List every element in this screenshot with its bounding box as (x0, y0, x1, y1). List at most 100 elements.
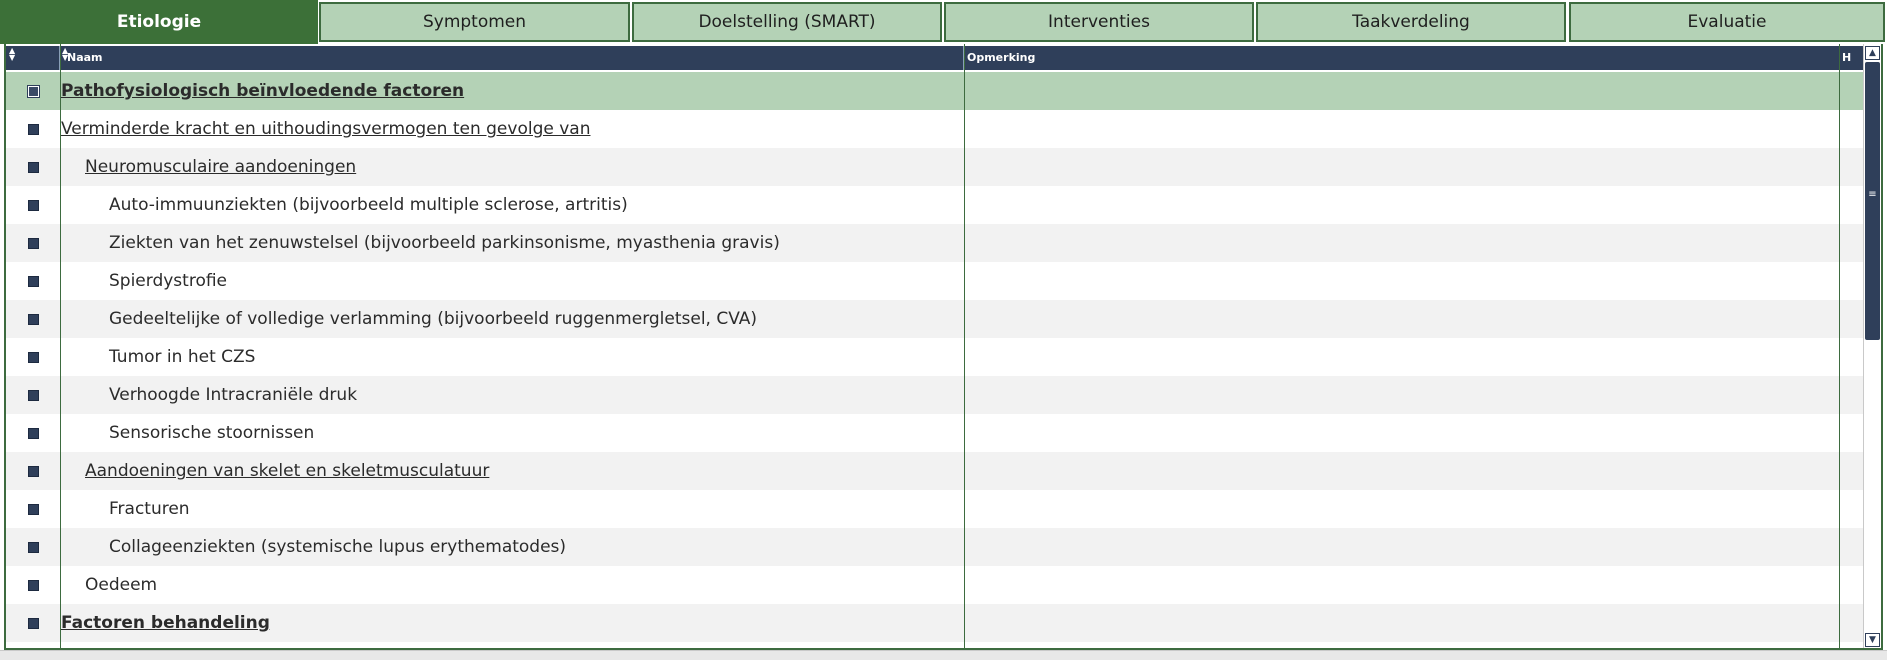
naam-label[interactable]: Factoren behandeling (61, 613, 270, 633)
table-row[interactable]: Aandoeningen van skelet en skeletmuscula… (6, 452, 1863, 490)
table-row[interactable]: Spierdystrofie (6, 262, 1863, 300)
checkbox-icon[interactable] (28, 580, 39, 591)
table-row[interactable]: Collageenziekten (systemische lupus eryt… (6, 528, 1863, 566)
opmerking-cell[interactable] (965, 376, 1840, 414)
opmerking-cell[interactable] (965, 72, 1840, 110)
table-row[interactable]: Neuromusculaire aandoeningen (6, 148, 1863, 186)
opmerking-column-header[interactable]: Opmerking (965, 46, 1840, 70)
h-cell[interactable] (1840, 414, 1863, 452)
select-cell[interactable] (6, 224, 60, 262)
sort-icon[interactable]: ▲ ▼ (62, 47, 68, 62)
checkbox-icon[interactable] (28, 352, 39, 363)
checkbox-icon[interactable] (28, 238, 39, 249)
h-cell[interactable] (1840, 262, 1863, 300)
checkbox-icon[interactable] (28, 504, 39, 515)
table-row[interactable]: Auto-immuunziekten (bijvoorbeeld multipl… (6, 186, 1863, 224)
table-row[interactable]: Gedeeltelijke of volledige verlamming (b… (6, 300, 1863, 338)
h-cell[interactable] (1840, 376, 1863, 414)
naam-label[interactable]: Fracturen (61, 499, 190, 519)
checkbox-icon[interactable] (28, 314, 39, 325)
checkbox-icon[interactable] (28, 200, 39, 211)
tab-etiologie[interactable]: Etiologie (0, 0, 318, 44)
checkbox-icon[interactable] (28, 124, 39, 135)
checkbox-icon[interactable] (28, 466, 39, 477)
table-row[interactable]: Tumor in het CZS (6, 338, 1863, 376)
naam-label[interactable]: Verhoogde Intracraniële druk (61, 385, 357, 405)
table-row[interactable]: Ziekten van het zenuwstelsel (bijvoorbee… (6, 224, 1863, 262)
select-cell[interactable] (6, 452, 60, 490)
select-cell[interactable] (6, 490, 60, 528)
naam-label[interactable]: Auto-immuunziekten (bijvoorbeeld multipl… (61, 195, 628, 215)
checkbox-icon[interactable] (28, 542, 39, 553)
opmerking-cell[interactable] (965, 452, 1840, 490)
select-cell[interactable] (6, 186, 60, 224)
opmerking-cell[interactable] (965, 300, 1840, 338)
select-cell[interactable] (6, 262, 60, 300)
naam-label[interactable]: Neuromusculaire aandoeningen (61, 157, 356, 177)
h-cell[interactable] (1840, 148, 1863, 186)
table-row[interactable]: Verminderde kracht en uithoudingsvermoge… (6, 110, 1863, 148)
table-row[interactable]: Fracturen (6, 490, 1863, 528)
h-cell[interactable] (1840, 110, 1863, 148)
select-cell[interactable] (6, 338, 60, 376)
checkbox-icon[interactable] (27, 85, 40, 98)
h-cell[interactable] (1840, 186, 1863, 224)
naam-label[interactable]: Oedeem (61, 575, 157, 595)
chevron-down-icon[interactable]: ▼ (1865, 633, 1880, 647)
tab-doelstelling[interactable]: Doelstelling (SMART) (632, 2, 942, 42)
naam-label[interactable]: Sensorische stoornissen (61, 423, 314, 443)
select-cell[interactable] (6, 148, 60, 186)
select-column-header[interactable]: ▲ ▼ (6, 46, 60, 70)
table-row[interactable]: Pathofysiologisch beïnvloedende factoren (6, 72, 1863, 110)
opmerking-cell[interactable] (965, 490, 1840, 528)
h-cell[interactable] (1840, 490, 1863, 528)
opmerking-cell[interactable] (965, 148, 1840, 186)
naam-label[interactable]: Aandoeningen van skelet en skeletmuscula… (61, 461, 489, 481)
checkbox-icon[interactable] (28, 162, 39, 173)
opmerking-cell[interactable] (965, 338, 1840, 376)
chevron-up-icon[interactable]: ▲ (1865, 46, 1880, 60)
table-row[interactable]: Sensorische stoornissen (6, 414, 1863, 452)
select-cell[interactable] (6, 528, 60, 566)
table-row[interactable]: Verhoogde Intracraniële druk (6, 376, 1863, 414)
opmerking-cell[interactable] (965, 110, 1840, 148)
select-cell[interactable] (6, 300, 60, 338)
h-cell[interactable] (1840, 224, 1863, 262)
checkbox-icon[interactable] (28, 390, 39, 401)
select-cell[interactable] (6, 566, 60, 604)
opmerking-cell[interactable] (965, 262, 1840, 300)
tab-evaluatie[interactable]: Evaluatie (1569, 2, 1885, 42)
tab-taakverdeling[interactable]: Taakverdeling (1256, 2, 1566, 42)
h-cell[interactable] (1840, 300, 1863, 338)
scrollbar-thumb[interactable]: ≡ (1865, 62, 1880, 340)
h-cell[interactable] (1840, 528, 1863, 566)
select-cell[interactable] (6, 604, 60, 642)
checkbox-icon[interactable] (28, 618, 39, 629)
h-cell[interactable] (1840, 338, 1863, 376)
naam-label[interactable]: Verminderde kracht en uithoudingsvermoge… (61, 119, 590, 139)
h-cell[interactable] (1840, 604, 1863, 642)
opmerking-cell[interactable] (965, 566, 1840, 604)
naam-label[interactable]: Collageenziekten (systemische lupus eryt… (61, 537, 566, 557)
tab-symptomen[interactable]: Symptomen (319, 2, 630, 42)
select-cell[interactable] (6, 110, 60, 148)
opmerking-cell[interactable] (965, 528, 1840, 566)
horizontal-scroll-track[interactable] (0, 650, 1887, 660)
h-cell[interactable] (1840, 72, 1863, 110)
naam-label[interactable]: Pathofysiologisch beïnvloedende factoren (61, 81, 464, 101)
opmerking-cell[interactable] (965, 414, 1840, 452)
naam-label[interactable]: Ziekten van het zenuwstelsel (bijvoorbee… (61, 233, 780, 253)
table-row[interactable]: Oedeem (6, 566, 1863, 604)
vertical-scrollbar[interactable]: ▲ ≡ ▼ (1863, 44, 1881, 648)
h-cell[interactable] (1840, 452, 1863, 490)
naam-label[interactable]: Spierdystrofie (61, 271, 227, 291)
opmerking-cell[interactable] (965, 604, 1840, 642)
checkbox-icon[interactable] (28, 276, 39, 287)
select-cell[interactable] (6, 72, 60, 110)
sort-icon[interactable]: ▲ ▼ (9, 47, 15, 62)
select-cell[interactable] (6, 376, 60, 414)
h-column-header[interactable]: H (1840, 46, 1863, 70)
naam-column-header[interactable]: ▲ ▼ Naam (61, 46, 964, 70)
h-cell[interactable] (1840, 566, 1863, 604)
tab-interventies[interactable]: Interventies (944, 2, 1254, 42)
